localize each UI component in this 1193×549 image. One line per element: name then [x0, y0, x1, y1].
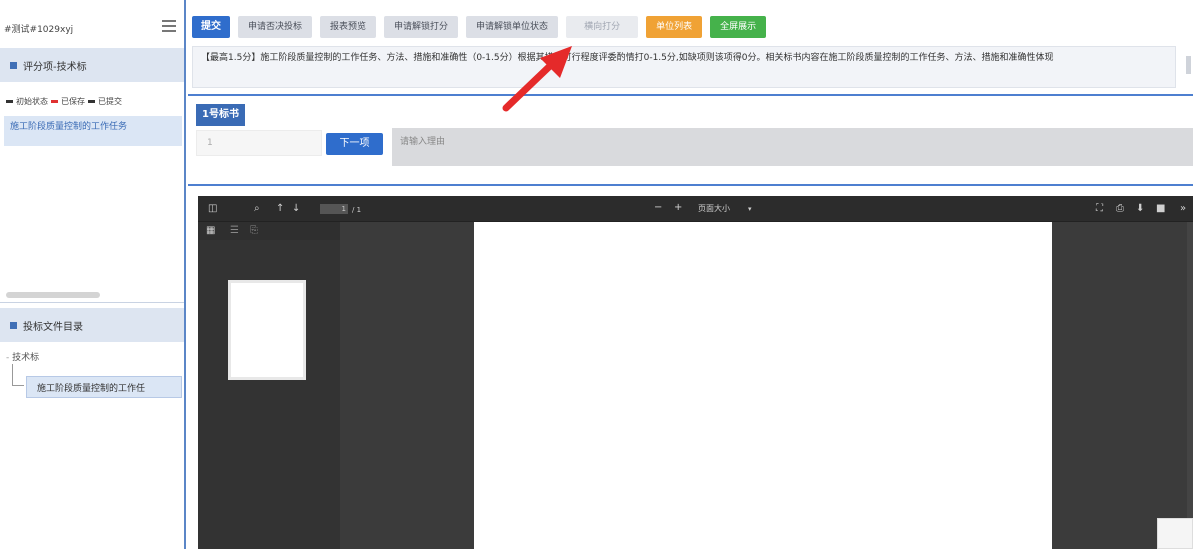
tree-root[interactable]: - 技术标: [6, 350, 39, 363]
docs-section-header: 投标文件目录: [0, 308, 184, 342]
bookmark-icon[interactable]: ■: [1156, 203, 1165, 215]
horizontal-scrollbar[interactable]: [6, 292, 100, 298]
project-title: #测试#1029xyj: [4, 25, 74, 35]
annotation-arrow-icon: [502, 46, 572, 112]
outline-icon[interactable]: ☰: [230, 225, 239, 237]
more-tools-icon[interactable]: »: [1180, 203, 1186, 215]
presentation-icon[interactable]: ⛶: [1096, 203, 1103, 215]
report-preview-button[interactable]: 报表预览: [320, 16, 377, 38]
print-icon[interactable]: ⎙: [1116, 203, 1124, 215]
apply-deny-button[interactable]: 申请否决投标: [238, 16, 313, 38]
zoom-in-icon[interactable]: +: [674, 202, 682, 214]
pdf-viewer: ◫ ⌕ ↑ ↓ 1 / 1 − + 页面大小 ▾ ⛶ ⎙ ⬇ ■ » ▦ ☰ ⎘: [198, 196, 1193, 549]
pdf-page: [474, 222, 1052, 549]
page-total: / 1: [352, 206, 362, 214]
tree-connector: [12, 385, 24, 386]
apply-unlock-unit-button[interactable]: 申请解锁单位状态: [466, 16, 559, 38]
zoom-select[interactable]: 页面大小: [698, 203, 730, 214]
score-section-label: 评分项-技术标: [23, 61, 87, 73]
score-input[interactable]: 1: [196, 130, 322, 156]
viewer-scrollbar[interactable]: [1187, 222, 1193, 549]
reason-textarea[interactable]: 请输入理由: [392, 128, 1193, 166]
page-thumbnail[interactable]: [228, 280, 306, 380]
legend-dash-icon: [51, 100, 58, 103]
top-toolbar: 提交 申请否决投标 报表预览 申请解锁打分 申请解锁单位状态 横向打分 单位列表…: [192, 14, 767, 40]
score-item-selected[interactable]: 施工阶段质量控制的工作任务: [4, 116, 182, 146]
app-window: #测试#1029xyj 评分项-技术标 初始状态 已保存 已提交 施工阶段质量控…: [0, 0, 1193, 549]
sidebar-toggle-icon[interactable]: ◫: [208, 203, 217, 215]
unit-list-button[interactable]: 单位列表: [646, 16, 703, 38]
thumbnails-icon[interactable]: ▦: [206, 225, 215, 237]
legend-dash-icon: [88, 100, 95, 103]
menu-icon[interactable]: [162, 20, 176, 32]
horizontal-score-button[interactable]: 横向打分: [566, 16, 639, 38]
status-legend: 初始状态 已保存 已提交: [6, 96, 122, 107]
zoom-out-icon[interactable]: −: [654, 202, 662, 214]
tree-root-label: 技术标: [12, 353, 40, 363]
docs-section-label: 投标文件目录: [23, 321, 83, 333]
search-icon[interactable]: ⌕: [254, 203, 260, 215]
legend-submitted: 已提交: [98, 97, 122, 106]
bid-label: 1号标书: [196, 104, 245, 126]
square-icon: [10, 61, 17, 69]
apply-unlock-score-button[interactable]: 申请解锁打分: [384, 16, 459, 38]
page-number-input[interactable]: 1: [320, 204, 348, 214]
attachments-icon[interactable]: ⎘: [250, 225, 258, 237]
sidebar: #测试#1029xyj 评分项-技术标 初始状态 已保存 已提交 施工阶段质量控…: [0, 0, 186, 549]
fullscreen-button[interactable]: 全屏展示: [710, 16, 767, 38]
legend-initial: 初始状态: [16, 97, 48, 106]
score-section-header: 评分项-技术标: [0, 48, 184, 82]
divider: [188, 94, 1193, 96]
square-icon: [10, 321, 17, 329]
thumbnail-panel: ▦ ☰ ⎘: [198, 222, 340, 549]
legend-saved: 已保存: [61, 97, 85, 106]
previous-page-icon[interactable]: ↑: [276, 203, 284, 215]
download-icon[interactable]: ⬇: [1136, 203, 1144, 215]
tree-connector: [12, 364, 13, 386]
tree-child-item[interactable]: 施工阶段质量控制的工作任: [26, 376, 182, 398]
description-scrollbar[interactable]: [1186, 56, 1191, 74]
thumbnail-tabs: ▦ ☰ ⎘: [198, 222, 340, 240]
viewer-toolbar: ◫ ⌕ ↑ ↓ 1 / 1 − + 页面大小 ▾ ⛶ ⎙ ⬇ ■ »: [198, 196, 1193, 222]
legend-dash-icon: [6, 100, 13, 103]
next-page-icon[interactable]: ↓: [292, 203, 300, 215]
criteria-description: 【最高1.5分】施工阶段质量控制的工作任务、方法、措施和准确性（0-1.5分）根…: [192, 46, 1176, 88]
divider: [0, 302, 184, 303]
submit-button[interactable]: 提交: [192, 16, 230, 38]
next-item-button[interactable]: 下一项: [326, 133, 383, 155]
corner-widget[interactable]: [1157, 518, 1193, 549]
divider: [188, 184, 1193, 186]
chevron-down-icon[interactable]: ▾: [748, 203, 752, 215]
